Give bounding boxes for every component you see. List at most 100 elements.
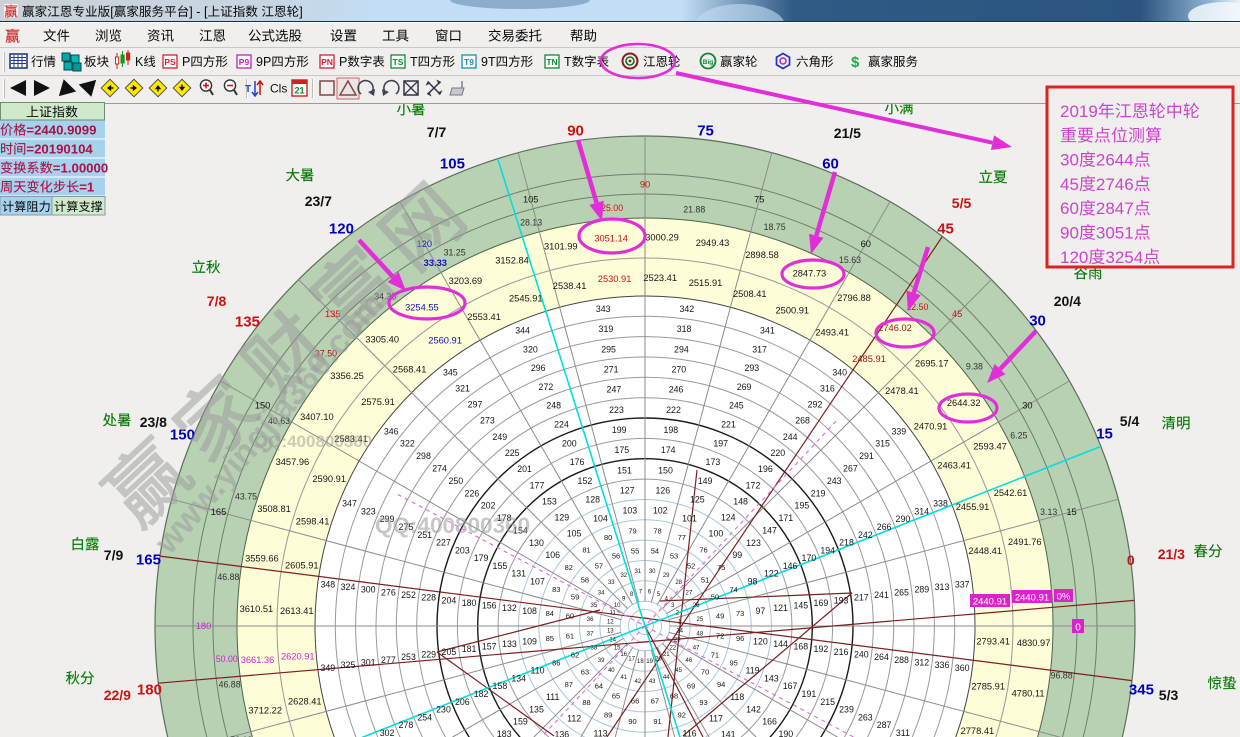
svg-text:27: 27 bbox=[686, 590, 693, 596]
svg-text:120: 120 bbox=[1060, 248, 1088, 267]
svg-text:78: 78 bbox=[653, 526, 661, 535]
svg-text:10: 10 bbox=[614, 603, 621, 609]
svg-text:342: 342 bbox=[679, 304, 694, 314]
svg-text:245: 245 bbox=[729, 401, 744, 411]
svg-text:248: 248 bbox=[546, 401, 561, 411]
svg-text:89: 89 bbox=[604, 710, 612, 719]
svg-text:2620.91: 2620.91 bbox=[281, 652, 315, 662]
svg-text:226: 226 bbox=[465, 488, 480, 498]
svg-text:106: 106 bbox=[545, 550, 560, 560]
svg-text:51: 51 bbox=[701, 576, 709, 585]
svg-text:296: 296 bbox=[531, 363, 546, 373]
svg-text:150: 150 bbox=[658, 465, 673, 475]
svg-text:28: 28 bbox=[675, 580, 682, 586]
svg-text:25.00: 25.00 bbox=[601, 203, 623, 213]
svg-text:55: 55 bbox=[631, 547, 639, 556]
svg-text:2605.91: 2605.91 bbox=[285, 561, 319, 571]
svg-text:2644.32: 2644.32 bbox=[947, 398, 981, 408]
svg-text:52: 52 bbox=[687, 562, 695, 571]
svg-text:345: 345 bbox=[1129, 681, 1154, 698]
svg-text:130: 130 bbox=[529, 538, 544, 548]
svg-text:142: 142 bbox=[746, 704, 761, 714]
svg-text:315: 315 bbox=[875, 439, 890, 449]
svg-text:15: 15 bbox=[1066, 507, 1076, 517]
svg-text:2553.41: 2553.41 bbox=[467, 312, 501, 322]
svg-text:2448.41: 2448.41 bbox=[968, 546, 1002, 556]
svg-text:105: 105 bbox=[567, 529, 582, 539]
svg-text:2560.91: 2560.91 bbox=[428, 336, 462, 346]
svg-text:5/5: 5/5 bbox=[952, 195, 972, 211]
svg-text:349: 349 bbox=[320, 663, 335, 673]
svg-text:229: 229 bbox=[421, 650, 436, 660]
svg-text:324: 324 bbox=[341, 582, 356, 592]
svg-text:174: 174 bbox=[661, 445, 676, 455]
svg-text:360: 360 bbox=[955, 663, 970, 673]
svg-text:316: 316 bbox=[820, 383, 835, 393]
svg-text:295: 295 bbox=[601, 344, 616, 354]
svg-text:344: 344 bbox=[515, 326, 530, 336]
svg-text:313: 313 bbox=[935, 582, 950, 592]
svg-text:223: 223 bbox=[609, 405, 624, 415]
svg-text:246: 246 bbox=[669, 385, 684, 395]
svg-text:287: 287 bbox=[877, 720, 892, 730]
svg-text:76: 76 bbox=[699, 545, 707, 554]
svg-text:82: 82 bbox=[565, 563, 573, 572]
svg-text:292: 292 bbox=[808, 400, 823, 410]
svg-text:131: 131 bbox=[511, 569, 526, 579]
svg-text:320: 320 bbox=[523, 344, 538, 354]
svg-text:190: 190 bbox=[778, 729, 793, 737]
svg-text:12: 12 bbox=[607, 620, 614, 626]
svg-text:252: 252 bbox=[401, 590, 416, 600]
svg-text:45: 45 bbox=[1060, 175, 1079, 194]
svg-text:7/9: 7/9 bbox=[104, 547, 124, 563]
svg-text:183: 183 bbox=[497, 729, 512, 737]
svg-text:95: 95 bbox=[730, 658, 738, 667]
svg-text:K: K bbox=[135, 55, 144, 69]
svg-text:347: 347 bbox=[342, 499, 357, 509]
svg-text:110: 110 bbox=[530, 666, 544, 676]
svg-text:345: 345 bbox=[443, 367, 458, 377]
svg-text:288: 288 bbox=[894, 655, 909, 665]
svg-text:148: 148 bbox=[733, 496, 748, 506]
svg-text:274: 274 bbox=[432, 464, 447, 474]
svg-text:3203.69: 3203.69 bbox=[449, 276, 483, 286]
svg-text:193: 193 bbox=[834, 595, 849, 605]
svg-text:195: 195 bbox=[795, 501, 810, 511]
svg-text:290: 290 bbox=[896, 514, 911, 524]
svg-text:216: 216 bbox=[834, 647, 849, 657]
svg-text:222: 222 bbox=[666, 405, 681, 415]
svg-text:2478.41: 2478.41 bbox=[885, 386, 919, 396]
svg-text:254: 254 bbox=[417, 712, 432, 722]
svg-text:97: 97 bbox=[756, 606, 766, 616]
svg-text:265: 265 bbox=[894, 587, 909, 597]
svg-text:220: 220 bbox=[770, 448, 785, 458]
svg-text:153: 153 bbox=[542, 496, 557, 506]
svg-text:143: 143 bbox=[764, 673, 779, 683]
svg-text:3000.29: 3000.29 bbox=[645, 233, 679, 243]
svg-text:3661.36: 3661.36 bbox=[241, 655, 275, 665]
svg-text:15: 15 bbox=[614, 645, 621, 651]
svg-text:30: 30 bbox=[1029, 312, 1046, 329]
svg-text:79: 79 bbox=[628, 526, 636, 535]
svg-text:45: 45 bbox=[952, 309, 962, 319]
svg-text:240: 240 bbox=[854, 650, 869, 660]
svg-text:144: 144 bbox=[773, 639, 788, 649]
svg-text:61: 61 bbox=[566, 632, 574, 641]
svg-text:336: 336 bbox=[935, 660, 950, 670]
svg-text:317: 317 bbox=[752, 344, 767, 354]
svg-text:180: 180 bbox=[196, 621, 212, 631]
svg-text:=1.00000: =1.00000 bbox=[53, 161, 108, 176]
svg-text:3254: 3254 bbox=[1105, 248, 1143, 267]
svg-text:120: 120 bbox=[753, 636, 768, 646]
svg-text:311: 311 bbox=[896, 728, 910, 737]
svg-text:[: [ bbox=[110, 5, 114, 19]
svg-text:227: 227 bbox=[436, 538, 451, 548]
svg-text:23/7: 23/7 bbox=[305, 193, 332, 209]
svg-text:2523.41: 2523.41 bbox=[643, 273, 677, 283]
svg-text:151: 151 bbox=[617, 465, 632, 475]
svg-text:33.33: 33.33 bbox=[424, 258, 447, 268]
svg-text:348: 348 bbox=[320, 579, 335, 589]
svg-text:2785.91: 2785.91 bbox=[971, 682, 1005, 692]
svg-text:77: 77 bbox=[678, 533, 686, 542]
svg-text:104: 104 bbox=[593, 514, 608, 524]
